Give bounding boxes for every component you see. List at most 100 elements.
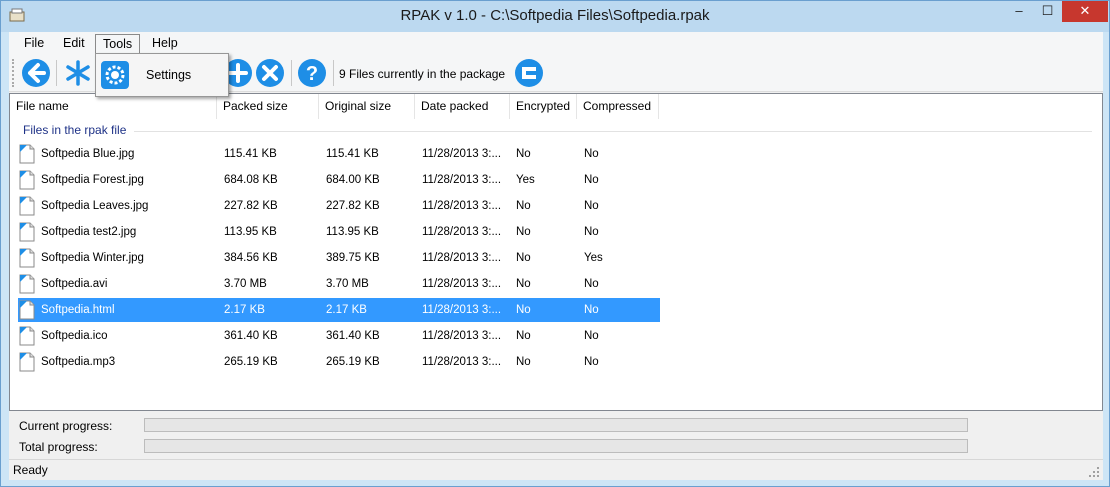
table-row[interactable]: Softpedia.mp3 265.19 KB 265.19 KB 11/28/201… bbox=[18, 350, 660, 374]
table-row[interactable]: Softpedia Leaves.jpg 227.82 KB 227.82 KB 11… bbox=[18, 194, 660, 218]
menu-item-settings[interactable]: Settings bbox=[146, 68, 191, 82]
resize-grip-icon[interactable] bbox=[1088, 466, 1100, 478]
cell-packed-size: 384.56 KB bbox=[224, 252, 278, 264]
status-text: Ready bbox=[13, 463, 48, 477]
cell-file-name: Softpedia Forest.jpg bbox=[41, 174, 144, 186]
cell-encrypted: No bbox=[516, 226, 531, 238]
arrow-left-icon[interactable] bbox=[21, 58, 51, 88]
cell-compressed: No bbox=[584, 356, 599, 368]
cell-file-name: Softpedia test2.jpg bbox=[41, 226, 137, 238]
menu-help[interactable]: Help bbox=[145, 34, 185, 54]
column-file-name[interactable]: File name bbox=[10, 94, 217, 119]
maximize-button[interactable]: ☐ bbox=[1034, 1, 1061, 22]
tools-dropdown: Settings bbox=[95, 53, 229, 97]
file-icon bbox=[19, 300, 35, 320]
cell-original-size: 684.00 KB bbox=[326, 174, 380, 186]
cell-date-packed: 11/28/2013 3:... bbox=[422, 304, 502, 316]
table-row[interactable]: Softpedia Forest.jpg 684.08 KB 684.00 KB 11… bbox=[18, 168, 660, 192]
cell-compressed: No bbox=[584, 148, 599, 160]
column-packed-size[interactable]: Packed size bbox=[217, 94, 319, 119]
table-row[interactable]: Softpedia.avi 3.70 MB 3.70 MB 11/28/2013 3:… bbox=[18, 272, 660, 296]
file-icon bbox=[19, 222, 35, 242]
x-circle-icon[interactable] bbox=[255, 58, 285, 88]
file-icon bbox=[19, 352, 35, 372]
cell-packed-size: 265.19 KB bbox=[224, 356, 278, 368]
cell-original-size: 113.95 KB bbox=[326, 226, 379, 238]
cell-date-packed: 11/28/2013 3:... bbox=[422, 252, 502, 264]
cell-packed-size: 113.95 KB bbox=[224, 226, 277, 238]
cell-file-name: Softpedia Blue.jpg bbox=[41, 148, 135, 160]
cell-compressed: No bbox=[584, 174, 599, 186]
cell-date-packed: 11/28/2013 3:... bbox=[422, 200, 502, 212]
file-list[interactable]: File name Packed size Original size Date… bbox=[9, 93, 1103, 411]
status-bar: Ready bbox=[9, 459, 1103, 480]
cell-original-size: 2.17 KB bbox=[326, 304, 367, 316]
cell-compressed: No bbox=[584, 304, 599, 316]
close-button[interactable]: ✕ bbox=[1062, 1, 1108, 22]
cell-encrypted: No bbox=[516, 304, 531, 316]
group-title: Files in the rpak file bbox=[23, 123, 127, 137]
table-row[interactable]: Softpedia Blue.jpg 115.41 KB 115.41 KB 11/2… bbox=[18, 142, 660, 166]
menu-file[interactable]: File bbox=[17, 34, 51, 54]
menu-tools[interactable]: Tools bbox=[95, 34, 141, 54]
cell-file-name: Softpedia Leaves.jpg bbox=[41, 200, 149, 212]
cell-encrypted: No bbox=[516, 200, 531, 212]
question-icon[interactable]: ? bbox=[297, 58, 327, 88]
cell-compressed: No bbox=[584, 278, 599, 290]
file-icon bbox=[19, 326, 35, 346]
cell-file-name: Softpedia.ico bbox=[41, 330, 108, 342]
current-progress-bar bbox=[144, 418, 968, 432]
client-area: File Edit Tools Help Settings ? 9 Files … bbox=[9, 32, 1103, 480]
cell-date-packed: 11/28/2013 3:... bbox=[422, 174, 502, 186]
window-title: RPAK v 1.0 - C:\Softpedia Files\Softpedi… bbox=[400, 7, 710, 24]
file-icon bbox=[19, 144, 35, 164]
asterisk-icon[interactable] bbox=[63, 58, 93, 88]
file-icon bbox=[19, 170, 35, 190]
cell-file-name: Softpedia.html bbox=[41, 304, 115, 316]
toolbar-separator bbox=[291, 60, 292, 86]
toolbar-separator bbox=[56, 60, 57, 86]
cell-original-size: 265.19 KB bbox=[326, 356, 380, 368]
cell-packed-size: 361.40 KB bbox=[224, 330, 278, 342]
title-bar[interactable]: RPAK v 1.0 - C:\Softpedia Files\Softpedi… bbox=[1, 1, 1109, 32]
cell-encrypted: No bbox=[516, 278, 531, 290]
cell-file-name: Softpedia.avi bbox=[41, 278, 108, 290]
cell-compressed: No bbox=[584, 200, 599, 212]
package-icon[interactable] bbox=[514, 58, 544, 88]
cell-packed-size: 684.08 KB bbox=[224, 174, 278, 186]
column-original-size[interactable]: Original size bbox=[319, 94, 415, 119]
table-row[interactable]: Softpedia.ico 361.40 KB 361.40 KB 11/28/201… bbox=[18, 324, 660, 348]
column-encrypted[interactable]: Encrypted bbox=[510, 94, 577, 119]
toolbar-separator bbox=[333, 60, 334, 86]
column-compressed[interactable]: Compressed bbox=[577, 94, 659, 119]
cell-original-size: 227.82 KB bbox=[326, 200, 380, 212]
file-icon bbox=[19, 248, 35, 268]
package-status: 9 Files currently in the package bbox=[339, 67, 506, 81]
table-row[interactable]: Softpedia Winter.jpg 384.56 KB 389.75 KB 11… bbox=[18, 246, 660, 270]
total-progress-bar bbox=[144, 439, 968, 453]
list-header: File name Packed size Original size Date… bbox=[10, 94, 1102, 119]
gear-icon bbox=[101, 61, 129, 89]
total-progress-label: Total progress: bbox=[19, 440, 98, 454]
cell-date-packed: 11/28/2013 3:... bbox=[422, 356, 502, 368]
cell-packed-size: 3.70 MB bbox=[224, 278, 267, 290]
table-row[interactable]: Softpedia test2.jpg 113.95 KB 113.95 KB 11/… bbox=[18, 220, 660, 244]
cell-date-packed: 11/28/2013 3:... bbox=[422, 278, 502, 290]
cell-date-packed: 11/28/2013 3:... bbox=[422, 226, 502, 238]
cell-packed-size: 115.41 KB bbox=[224, 148, 277, 160]
cell-encrypted: No bbox=[516, 330, 531, 342]
cell-encrypted: No bbox=[516, 356, 531, 368]
cell-compressed: No bbox=[584, 330, 599, 342]
cell-encrypted: No bbox=[516, 252, 531, 264]
minimize-button[interactable]: ‒ bbox=[1005, 1, 1033, 22]
file-icon bbox=[19, 196, 35, 216]
group-divider bbox=[134, 131, 1092, 132]
cell-original-size: 361.40 KB bbox=[326, 330, 380, 342]
menu-edit[interactable]: Edit bbox=[56, 34, 92, 54]
cell-encrypted: No bbox=[516, 148, 531, 160]
cell-packed-size: 2.17 KB bbox=[224, 304, 265, 316]
table-row[interactable]: Softpedia.html 2.17 KB 2.17 KB 11/28/2013 3… bbox=[18, 298, 660, 322]
toolbar-grip[interactable] bbox=[12, 59, 15, 87]
column-date-packed[interactable]: Date packed bbox=[415, 94, 510, 119]
menu-bar: File Edit Tools Help bbox=[9, 32, 1103, 54]
